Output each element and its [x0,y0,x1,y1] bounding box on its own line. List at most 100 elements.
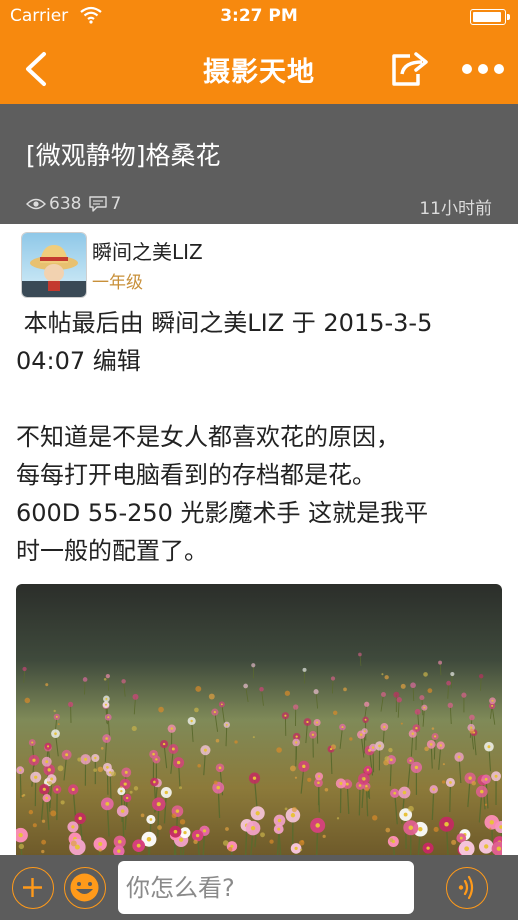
avatar-image [22,233,86,297]
flower-bud [427,688,433,694]
flower-center [19,769,22,772]
flower-bloom [410,682,416,689]
flower-bud [389,838,394,843]
flower-center [46,745,50,748]
flower-bud [215,738,220,743]
flower-bud [129,790,133,794]
flower-center [190,719,193,723]
flower-bud [18,843,25,850]
flower-bloom [446,680,451,686]
flower-bloom [450,671,455,677]
flower-center [459,836,463,840]
flower-center [423,706,426,709]
emoji-button[interactable] [64,867,106,909]
flower-center [31,741,34,744]
flower-center [220,703,223,706]
comment-input-box[interactable] [118,861,414,914]
flower-bud [24,697,31,704]
flower-center [117,849,121,853]
flower-bud [57,723,60,726]
clock: 3:27 PM [220,6,298,26]
flower-center [439,744,442,747]
flower-center [411,732,414,735]
flower-center [489,820,494,825]
flower-bud [120,785,123,789]
flower-center [484,777,488,781]
avatar[interactable] [21,232,87,298]
comment-count: 7 [110,194,122,214]
flower-bud [131,726,137,732]
flower-center [311,733,315,736]
flower-center [108,771,112,774]
more-options-icon[interactable] [458,52,508,86]
comment-icon [89,196,108,212]
flower-stem [19,770,22,799]
flower-bloom [259,686,264,692]
flower-bud [93,768,97,772]
author-name[interactable]: 瞬间之美LIZ [92,236,203,265]
flower-center [432,788,436,791]
voice-button[interactable] [446,867,488,909]
flower-bud [469,728,475,734]
flower-bud [289,765,296,772]
flower-center [183,831,187,835]
flower-bud [260,832,265,838]
flower-bud [294,776,298,779]
flower-bud [307,777,312,782]
flower-bloom [469,714,475,721]
flower-bud [451,839,457,845]
flower-center [295,741,298,744]
flower-center [162,742,166,746]
flower-bud [442,763,445,766]
flower-center [487,745,491,749]
flower-center [47,768,51,772]
flower-bud [32,823,37,828]
flower-center [339,781,343,785]
flower-bud [384,675,389,680]
flower-bloom [330,676,336,681]
flower-center [55,788,59,791]
flower-center [98,842,103,847]
flower-bud [222,840,229,846]
flower-bud [423,672,428,677]
flower-center [383,725,386,729]
flower-center [117,839,122,844]
flower-center [149,818,153,821]
flower-center [152,752,155,756]
flower-center [83,757,88,761]
flower-bud [484,803,488,806]
flower-bud [110,771,116,777]
flower-center [195,833,200,838]
flower-bud [53,709,56,713]
voice-icon [458,875,474,900]
flower-center [250,825,256,831]
flower-center [146,837,152,842]
nav-bar: 摄影天地 [0,34,518,104]
flower-bud [213,780,218,785]
flower-center [175,809,180,813]
flower-bud [48,781,53,786]
flower-center [317,775,321,778]
status-bar: Carrier 3:27 PM [0,0,518,34]
flower-bud [225,827,229,831]
flower-bud [70,840,77,847]
flower-center [403,812,408,817]
comment-input[interactable] [118,861,414,914]
post-time: 11小时前 [419,199,492,219]
share-icon[interactable] [388,48,434,90]
flower-bud [103,677,107,681]
flower-center [120,809,125,813]
body-text-line: 每每打开电脑看到的存档都是花。 [16,461,376,489]
flower-bud [349,737,353,741]
flower-center [316,721,319,724]
flower-bud [408,805,414,812]
flower-center [345,782,349,786]
flower-center [371,746,375,749]
add-button[interactable] [12,867,54,909]
flower-bud [332,710,338,716]
post-photo[interactable] [16,584,502,856]
flower-bud [21,794,24,798]
flower-center [105,697,108,700]
flower-bloom [393,691,400,698]
flower-center [164,790,168,795]
